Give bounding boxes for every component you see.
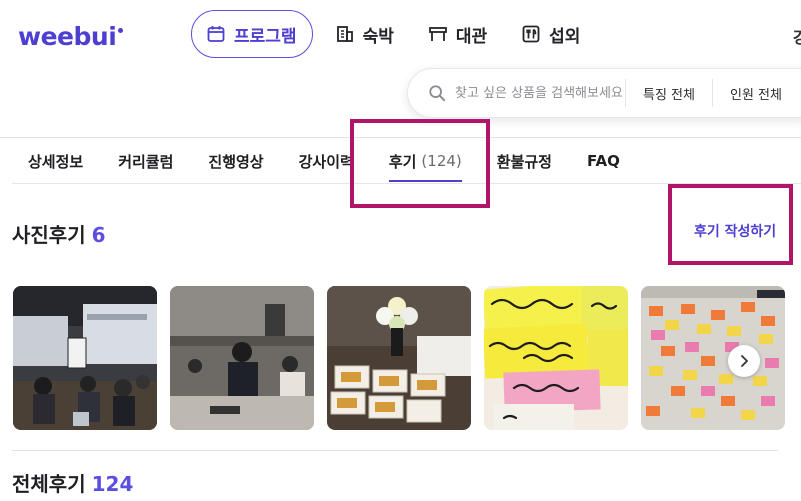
filter-feature[interactable]: 특징 전체	[625, 79, 712, 107]
search-bar: 특징 전체 인원 전체	[407, 68, 801, 118]
photo-notes-image	[484, 286, 628, 430]
tab-videos[interactable]: 진행영상	[208, 138, 263, 184]
nav-venue[interactable]: 대관	[428, 10, 487, 58]
tab-label: 환불규정	[496, 152, 552, 171]
photo-reviews-label: 사진후기	[12, 223, 86, 247]
venue-icon	[428, 27, 447, 41]
photo-workshop-room[interactable]	[170, 286, 314, 430]
utensils-icon	[522, 25, 540, 43]
search-input[interactable]	[455, 85, 625, 101]
search-icon	[429, 85, 446, 102]
photo-seminar-image	[13, 286, 157, 430]
logo-dot	[118, 28, 124, 33]
tab-label: 상세정보	[28, 152, 84, 171]
section-divider	[12, 450, 778, 451]
nav-cutoff-item[interactable]: 강	[793, 24, 801, 48]
all-reviews-title: 전체후기 124	[12, 468, 133, 497]
tab-faq[interactable]: FAQ	[587, 138, 620, 184]
building-icon	[336, 26, 353, 42]
tab-curriculum[interactable]: 커리큘럼	[118, 138, 173, 184]
photo-gallery	[13, 286, 798, 430]
photo-lunchbox-image	[327, 286, 471, 430]
tab-label: FAQ	[586, 152, 620, 170]
photo-reviews-count: 6	[91, 223, 106, 247]
tab-label: 진행영상	[208, 152, 264, 171]
tab-instructor[interactable]: 강사이력	[299, 138, 354, 184]
photo-sticky-notes-board[interactable]	[641, 286, 785, 430]
tab-label: 강사이력	[298, 152, 354, 171]
tab-refund[interactable]: 환불규정	[497, 138, 552, 184]
photo-seminar-presentation[interactable]	[13, 286, 157, 430]
filter-headcount[interactable]: 인원 전체	[711, 79, 799, 107]
nav-catering-label: 섭외	[549, 26, 581, 47]
photo-workshop-image	[170, 286, 314, 430]
nav-program-label: 프로그램	[234, 26, 297, 47]
top-nav: 프로그램 숙박 대관 섭외	[191, 10, 614, 58]
nav-lodging-label: 숙박	[362, 26, 394, 47]
nav-catering[interactable]: 섭외	[521, 10, 580, 58]
detail-tabs: 상세정보 커리큘럼 진행영상 강사이력 후기 (124) 환불규정 FAQ	[28, 138, 655, 184]
all-reviews-label: 전체후기	[12, 472, 86, 496]
photo-board-image	[641, 286, 785, 430]
highlight-box-reviews-tab	[350, 119, 490, 208]
tab-label: 커리큘럼	[118, 152, 174, 171]
photo-reviews-title: 사진후기 6	[12, 219, 106, 248]
nav-lodging[interactable]: 숙박	[335, 10, 394, 58]
chevron-right-icon	[741, 355, 748, 367]
logo-text: weebui	[18, 22, 117, 51]
all-reviews-count: 124	[91, 472, 134, 496]
photo-handwritten-notes[interactable]	[484, 286, 628, 430]
highlight-box-write-review	[668, 184, 793, 265]
gallery-next-button[interactable]	[728, 345, 760, 377]
tab-details[interactable]: 상세정보	[28, 138, 83, 184]
logo[interactable]: weebui	[18, 22, 124, 51]
nav-venue-label: 대관	[455, 26, 488, 47]
photo-lunchbox-flowers[interactable]	[327, 286, 471, 430]
nav-program[interactable]: 프로그램	[191, 10, 313, 58]
calendar-icon	[207, 26, 225, 42]
